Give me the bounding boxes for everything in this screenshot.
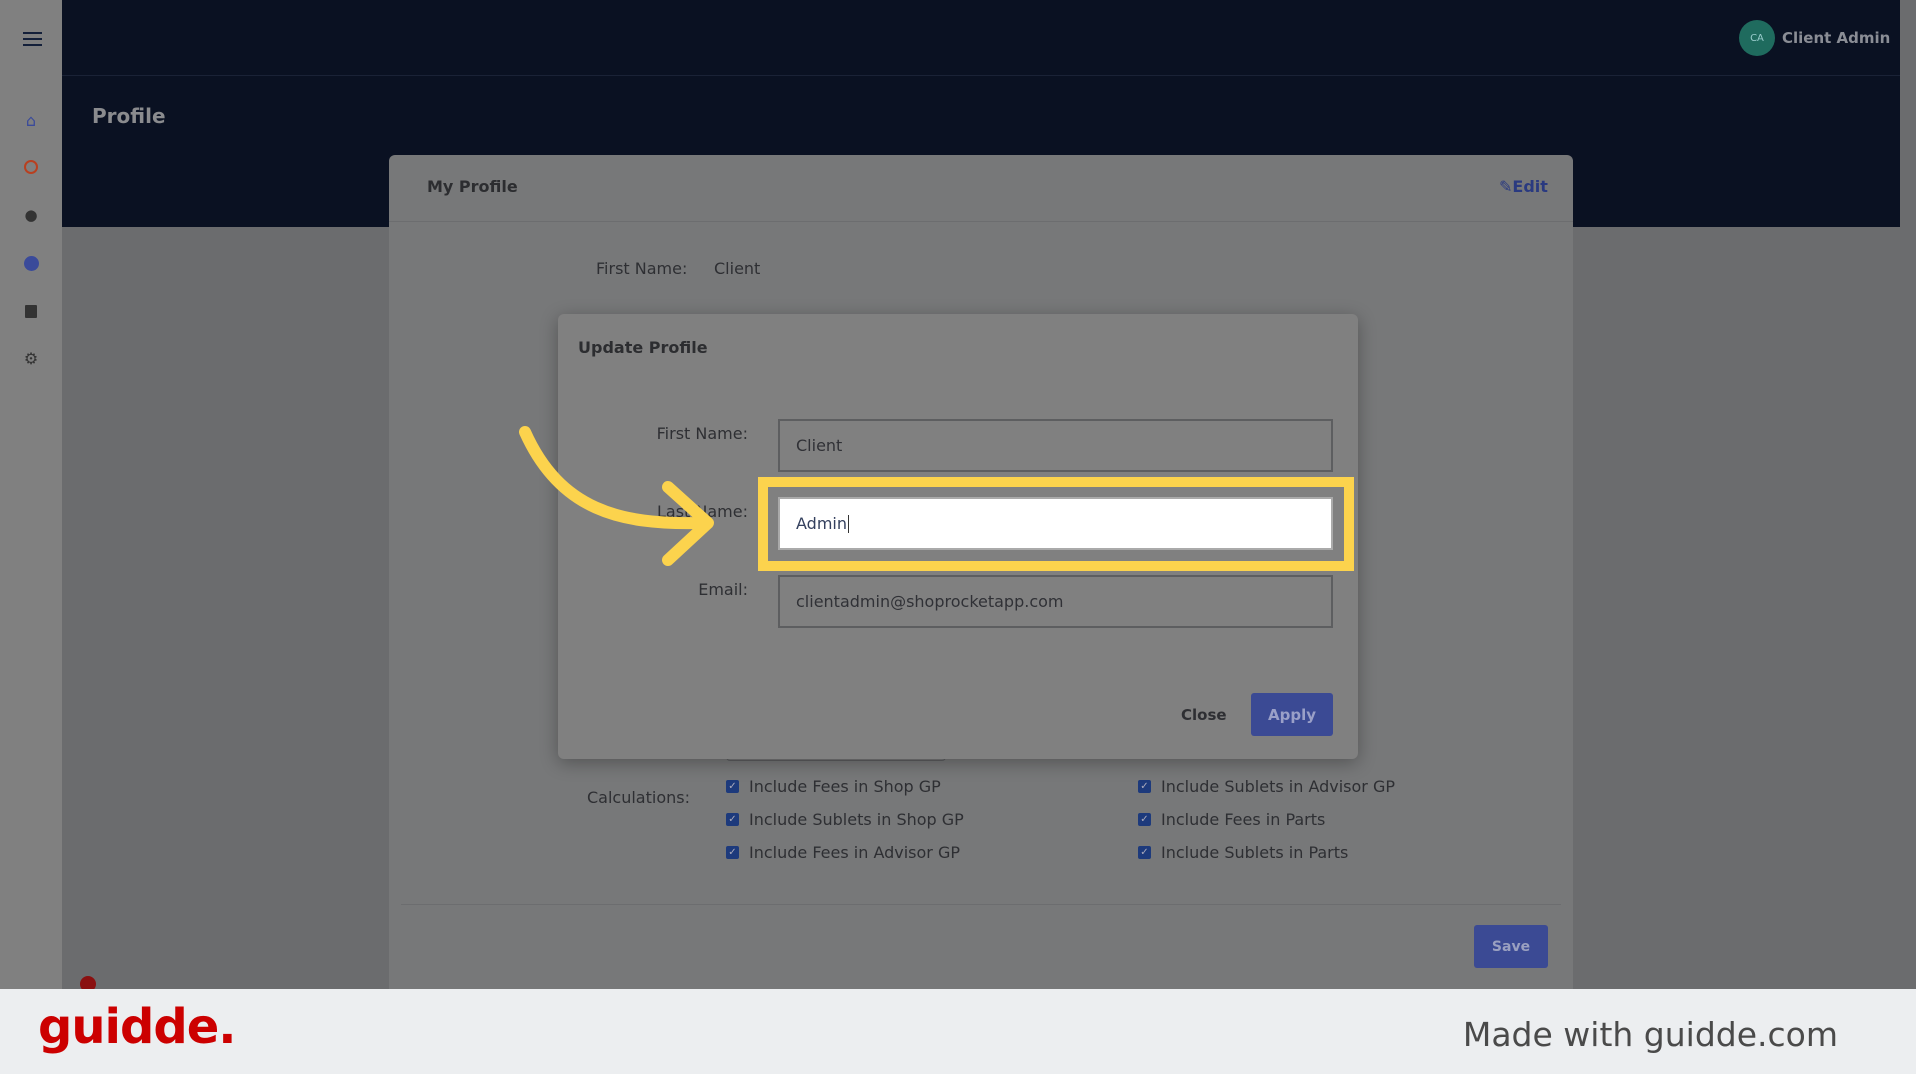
- guidde-footer: guidde. Made with guidde.com: [0, 989, 1916, 1074]
- guidde-logo: guidde.: [38, 999, 236, 1055]
- arrow-annotation-icon: [519, 426, 714, 566]
- tagline: Made with guidde.com: [1462, 1015, 1838, 1054]
